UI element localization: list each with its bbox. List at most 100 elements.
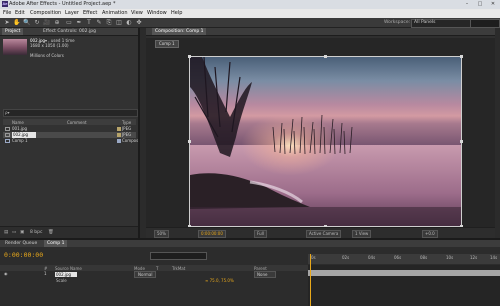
column-comment[interactable]: Comment [67, 120, 87, 125]
composition-viewer[interactable]: Comp 1 [146, 38, 495, 228]
minimize-button[interactable]: – [461, 0, 473, 8]
tab-composition[interactable]: Composition: Comp 1 [152, 28, 207, 35]
new-composition-icon[interactable]: ▣ [20, 230, 24, 235]
timeline-tabs: Render Queue Comp 1 [0, 240, 500, 247]
brush-tool-icon[interactable]: ✎ [95, 19, 103, 27]
tab-project[interactable]: Project [2, 28, 24, 35]
workspace-label: Workspace: [384, 20, 411, 25]
camera-tool-icon[interactable]: 🎥 [43, 19, 51, 27]
label-color-swatch[interactable] [117, 139, 121, 143]
footage-icon [5, 127, 10, 131]
ruler-tick: 12s [470, 255, 478, 260]
trash-icon[interactable]: 🗑 [48, 230, 54, 235]
selected-item-thumbnail [3, 39, 27, 55]
time-ruler[interactable]: 0s 02s 04s 06s 08s 10s 12s 14s [308, 254, 500, 264]
type-tool-icon[interactable]: T [85, 19, 93, 27]
scale-value[interactable]: ∞ 75.0, 75.0% [205, 278, 234, 284]
roto-brush-icon[interactable]: ◐ [125, 19, 133, 27]
comp-navigator-button[interactable]: Comp 1 [155, 40, 179, 48]
title-bar: Ae Adobe After Effects - Untitled Projec… [0, 0, 500, 9]
clone-stamp-icon[interactable]: ⎘ [105, 19, 113, 27]
footage-icon [5, 133, 10, 137]
menu-window[interactable]: Window [147, 10, 167, 16]
menu-view[interactable]: View [131, 10, 143, 16]
close-button[interactable]: ✕ [487, 0, 499, 8]
composition-panel: Composition: Comp 1 Comp 1 50% 0:00:00:0… [146, 28, 495, 239]
interpret-footage-icon[interactable]: ▤ [4, 230, 8, 235]
column-index: # [44, 265, 48, 271]
table-row[interactable]: ◉ 1 002.jpg Normal None [0, 271, 308, 278]
resize-handle[interactable] [188, 140, 191, 143]
pen-tool-icon[interactable]: ✒ [75, 19, 83, 27]
menu-file[interactable]: File [3, 10, 11, 16]
ruler-tick: 06s [394, 255, 402, 260]
resolution-select[interactable]: Full [254, 230, 267, 238]
selected-item-dimensions: 1680 x 1050 (1.00) [30, 43, 69, 48]
search-icon: ρ▾ [5, 110, 10, 115]
ruler-tick: 02s [342, 255, 350, 260]
label-color-swatch[interactable] [117, 133, 121, 137]
rotate-tool-icon[interactable]: ↻ [33, 19, 41, 27]
camera-view-select[interactable]: Active Camera [306, 230, 342, 238]
project-panel-tabs: Project Effect Controls: 002.jpg [0, 28, 138, 36]
lake-sunset-image [190, 57, 461, 226]
pan-behind-icon[interactable]: ⊕ [53, 19, 61, 27]
property-name: Scale [56, 278, 67, 283]
resize-handle[interactable] [188, 55, 191, 58]
column-type[interactable]: Type [122, 120, 131, 125]
project-search-input[interactable]: ρ▾ [3, 109, 138, 117]
maximize-button[interactable]: □ [474, 0, 486, 8]
tab-render-queue[interactable]: Render Queue [2, 240, 40, 247]
timeline-search-input[interactable] [150, 252, 207, 260]
column-track-t: T [156, 265, 159, 271]
zoom-tool-icon[interactable]: 🔍 [23, 19, 31, 27]
list-item[interactable]: Comp 1 Compos [3, 138, 138, 144]
magnification-select[interactable]: 50% [154, 230, 169, 238]
view-layout-select[interactable]: 1 View [352, 230, 372, 238]
ruler-tick: 08s [420, 255, 428, 260]
label-color-swatch[interactable] [117, 127, 121, 131]
resize-handle[interactable] [460, 140, 463, 143]
column-trkmat: TrkMat [172, 265, 186, 271]
layer-index: 1 [44, 271, 47, 276]
column-name[interactable]: Name [12, 120, 24, 125]
composition-frame[interactable] [189, 56, 462, 227]
puppet-tool-icon[interactable]: ✤ [135, 19, 143, 27]
visibility-eye-icon[interactable]: ◉ [4, 271, 8, 277]
timeline-track-area[interactable] [308, 265, 500, 306]
tab-comp-1[interactable]: Comp 1 [44, 240, 68, 247]
parent-select[interactable]: None [254, 271, 277, 278]
tools-panel: ➤ ✋ 🔍 ↻ 🎥 ⊕ ▭ ✒ T ✎ ⎘ ◫ ◐ ✤ Workspace: A… [0, 18, 500, 28]
exposure-control[interactable]: +0.0 [422, 230, 438, 238]
layer-name[interactable]: 002.jpg [55, 271, 78, 277]
property-row[interactable]: Scale ∞ 75.0, 75.0% [0, 278, 308, 284]
column-parent: Parent [254, 265, 267, 271]
resize-handle[interactable] [324, 55, 327, 58]
layer-duration-bar[interactable] [308, 270, 500, 276]
workspace-select[interactable]: All Panels [411, 19, 471, 28]
menu-composition[interactable]: Composition [30, 10, 61, 16]
menu-edit[interactable]: Edit [15, 10, 25, 16]
timeline-timecode[interactable]: 0:00:00:00 [4, 251, 43, 259]
menu-animation[interactable]: Animation [102, 10, 128, 16]
current-time-display[interactable]: 0:00:00:00 [198, 230, 226, 238]
resize-handle[interactable] [460, 55, 463, 58]
menu-layer[interactable]: Layer [65, 10, 79, 16]
bit-depth-button[interactable]: 8 bpc [30, 230, 42, 235]
ruler-tick: 10s [446, 255, 454, 260]
help-search-input[interactable] [470, 19, 500, 28]
selection-tool-icon[interactable]: ➤ [3, 19, 11, 27]
menu-help[interactable]: Help [171, 10, 182, 16]
hand-tool-icon[interactable]: ✋ [13, 19, 21, 27]
blend-mode-select[interactable]: Normal [134, 271, 157, 278]
tab-effect-controls[interactable]: Effect Controls: 002.jpg [40, 28, 99, 35]
menu-effect[interactable]: Effect [83, 10, 97, 16]
app-icon: Ae [2, 1, 8, 7]
column-mode: Mode [134, 265, 145, 271]
rectangle-tool-icon[interactable]: ▭ [65, 19, 73, 27]
new-folder-icon[interactable]: ▭ [12, 230, 16, 235]
project-panel: Project Effect Controls: 002.jpg 002.jpg… [0, 28, 140, 239]
current-time-indicator[interactable] [309, 254, 311, 306]
window-title: Adobe After Effects - Untitled Project.a… [9, 1, 116, 7]
eraser-tool-icon[interactable]: ◫ [115, 19, 123, 27]
